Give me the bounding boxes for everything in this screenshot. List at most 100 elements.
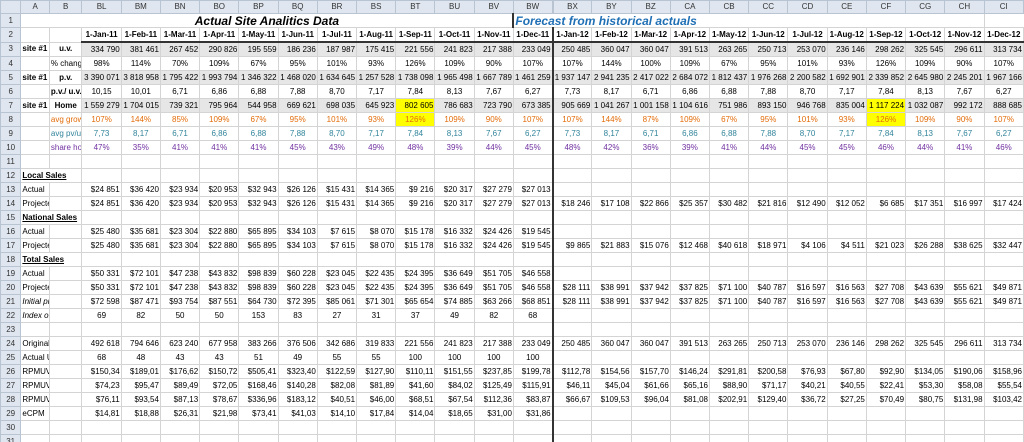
cell-bq22[interactable]: 83: [277, 308, 318, 323]
cell-ci30[interactable]: [983, 420, 1024, 435]
cell-ca29[interactable]: [669, 406, 710, 421]
cell-bn23[interactable]: [159, 322, 201, 337]
cell-bz21[interactable]: $37 942: [630, 294, 671, 309]
column-header-cf[interactable]: CF: [865, 0, 907, 14]
row-header-11[interactable]: 11: [0, 154, 22, 169]
cell-bq30[interactable]: [277, 420, 318, 435]
cell-by7[interactable]: 1 041 267: [591, 98, 632, 113]
cell-bp28[interactable]: $336,96: [238, 392, 279, 407]
cell-ce16[interactable]: [826, 224, 867, 239]
cell-b16[interactable]: [48, 224, 83, 239]
cell-bx8[interactable]: 107%: [551, 112, 593, 127]
cell-cc5[interactable]: 1 976 268: [748, 70, 789, 85]
cell-bv10[interactable]: 44%: [473, 140, 514, 155]
cell-ce26[interactable]: $67,80: [826, 364, 867, 379]
cell-ci13[interactable]: [983, 182, 1024, 197]
column-header-ce[interactable]: CE: [826, 0, 867, 14]
cell-bo3[interactable]: 290 826: [199, 41, 240, 57]
column-header-b[interactable]: B: [48, 0, 83, 14]
cell-cd28[interactable]: $36,72: [787, 392, 828, 407]
cell-bo26[interactable]: $150,72: [199, 364, 240, 379]
cell-by23[interactable]: [591, 322, 632, 337]
cell-bm8[interactable]: 144%: [120, 112, 161, 127]
cell-bp19[interactable]: $98 839: [238, 266, 279, 281]
cell-bx5[interactable]: 1 937 147: [551, 70, 593, 85]
cell-bv30[interactable]: [473, 420, 514, 435]
cell-bx6[interactable]: 7,73: [551, 84, 593, 99]
cell-br22[interactable]: 27: [316, 308, 358, 323]
cell-bq20[interactable]: $60 228: [277, 280, 318, 295]
cell-ce20[interactable]: $16 563: [826, 280, 867, 295]
row-header-26[interactable]: 26: [0, 364, 22, 379]
cell-cg17[interactable]: $26 288: [905, 238, 946, 253]
cell-bp23[interactable]: [238, 322, 279, 337]
cell-bm2[interactable]: 1-Feb-11: [120, 27, 161, 43]
cell-ch15[interactable]: [944, 210, 985, 225]
cell-br18[interactable]: [316, 252, 358, 267]
cell-cc7[interactable]: 893 150: [748, 98, 789, 113]
cell-bu14[interactable]: $20 317: [434, 196, 475, 211]
cell-bx15[interactable]: [551, 210, 593, 225]
cell-cc28[interactable]: $129,40: [748, 392, 789, 407]
cell-bm19[interactable]: $72 101: [120, 266, 161, 281]
cell-bw31[interactable]: [512, 434, 554, 442]
cell-bn4[interactable]: 70%: [159, 56, 201, 71]
cell-cc26[interactable]: $200,58: [748, 364, 789, 379]
cell-bp9[interactable]: 6,88: [238, 126, 279, 141]
cell-cg14[interactable]: $17 351: [905, 196, 946, 211]
cell-bl2[interactable]: 1-Jan-11: [81, 27, 122, 43]
cell-ci22[interactable]: [983, 308, 1024, 323]
spreadsheet-grid[interactable]: A B BL BM BN BO BP BQ BR BS BT BU BV BW BX BY BZ CA CB CC CD…: [0, 0, 1024, 442]
cell-bu25[interactable]: 100: [434, 350, 475, 365]
row-header-3[interactable]: 3: [0, 41, 22, 57]
cell-ci7[interactable]: 888 685: [983, 98, 1024, 113]
cell-bo20[interactable]: $43 832: [199, 280, 240, 295]
cell-cd18[interactable]: [787, 252, 828, 267]
cell-bw6[interactable]: 6,27: [512, 84, 554, 99]
column-header-cg[interactable]: CG: [905, 0, 946, 14]
cell-bw26[interactable]: $199,78: [512, 364, 554, 379]
cell-bx19[interactable]: [551, 266, 593, 281]
cell-bs13[interactable]: $14 365: [356, 182, 397, 197]
cell-cg18[interactable]: [905, 252, 946, 267]
cell-bv9[interactable]: 7,67: [473, 126, 514, 141]
cell-ch27[interactable]: $58,08: [944, 378, 985, 393]
cell-ce6[interactable]: 7,17: [826, 84, 867, 99]
cell-bz16[interactable]: [630, 224, 671, 239]
row-header-8[interactable]: 8: [0, 112, 22, 127]
cell-cf24[interactable]: 298 262: [865, 336, 907, 351]
cell-bv7[interactable]: 723 790: [473, 98, 514, 113]
cell-bt24[interactable]: 221 556: [395, 336, 436, 351]
cell-br5[interactable]: 1 634 645: [316, 70, 358, 85]
cell-bm12[interactable]: [120, 168, 161, 183]
cell-bt27[interactable]: $41,60: [395, 378, 436, 393]
cell-bw23[interactable]: [512, 322, 554, 337]
cell-bt19[interactable]: $24 395: [395, 266, 436, 281]
cell-bx14[interactable]: $18 246: [551, 196, 593, 211]
cell-bo15[interactable]: [199, 210, 240, 225]
cell-bp11[interactable]: [238, 154, 279, 169]
cell-bl9[interactable]: 7,73: [81, 126, 122, 141]
cell-bq24[interactable]: 376 506: [277, 336, 318, 351]
cell-a18[interactable]: Total Sales: [20, 252, 83, 267]
cell-ca22[interactable]: [669, 308, 710, 323]
cell-br7[interactable]: 698 035: [316, 98, 358, 113]
column-header-br[interactable]: BR: [316, 0, 358, 14]
cell-bs22[interactable]: 31: [356, 308, 397, 323]
cell-bm23[interactable]: [120, 322, 161, 337]
cell-ca14[interactable]: $25 357: [669, 196, 710, 211]
cell-bu5[interactable]: 1 965 498: [434, 70, 475, 85]
cell-cf15[interactable]: [865, 210, 907, 225]
cell-cc3[interactable]: 250 713: [748, 41, 789, 57]
cell-by30[interactable]: [591, 420, 632, 435]
cell-bq23[interactable]: [277, 322, 318, 337]
column-header-cd[interactable]: CD: [787, 0, 828, 14]
cell-bv19[interactable]: $51 705: [473, 266, 514, 281]
row-header-27[interactable]: 27: [0, 378, 22, 393]
cell-bm11[interactable]: [120, 154, 161, 169]
cell-bo27[interactable]: $72,05: [199, 378, 240, 393]
cell-br26[interactable]: $122,59: [316, 364, 358, 379]
cell-bn29[interactable]: $26,31: [159, 406, 201, 421]
row-header-9[interactable]: 9: [0, 126, 22, 141]
cell-bl14[interactable]: $24 851: [81, 196, 122, 211]
